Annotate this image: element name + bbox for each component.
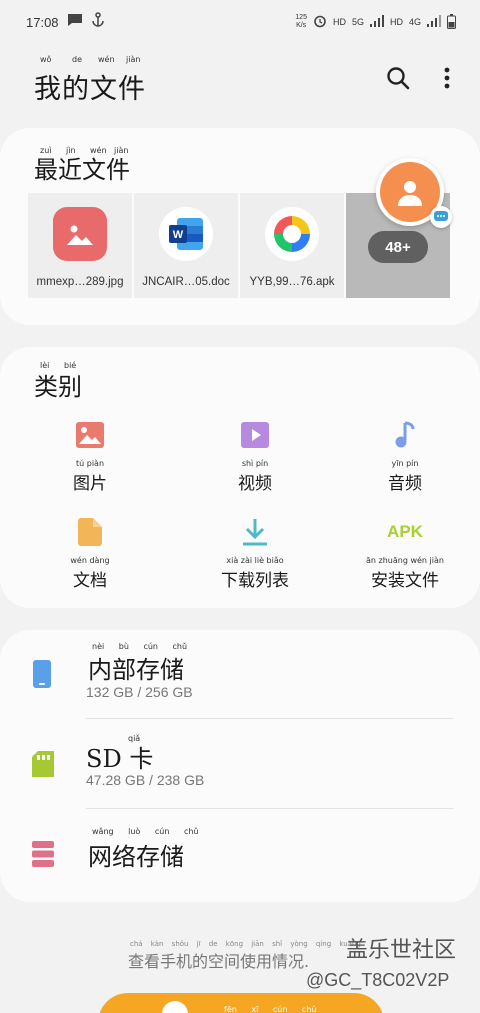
category-audio[interactable]: yīn pín 音频 [330, 419, 480, 494]
image-icon [74, 419, 106, 451]
button-pinyin: fēn xī cún chǔ [224, 1005, 317, 1013]
categories-card: lèi bié 类别 tú piàn 图片 shì pín 视频 yīn pín… [0, 347, 480, 608]
download-icon [239, 516, 271, 548]
app-bar: wǒ de wén jiàn 我的文件 [0, 50, 480, 110]
signal-icon [369, 15, 384, 29]
category-images[interactable]: tú piàn 图片 [0, 419, 180, 494]
recent-file-name: JNCAIR…05.doc [142, 276, 230, 288]
sd-card-icon [32, 751, 54, 781]
storage-usage: 47.28 GB / 238 GB [86, 772, 205, 788]
music-icon [389, 419, 421, 451]
image-icon [53, 207, 107, 261]
category-label: 安装文件 [371, 571, 439, 591]
apk-icon-text: APK [387, 522, 423, 541]
category-label: 下载列表 [221, 571, 289, 591]
category-installers[interactable]: APK ān zhuāng wén jiàn 安装文件 [330, 516, 480, 591]
chat-icon [430, 206, 452, 228]
recent-file-name: mmexp…289.jpg [36, 276, 124, 288]
network-label-2: 4G [408, 17, 421, 27]
category-label: 视频 [238, 474, 272, 494]
floating-avatar[interactable] [376, 158, 452, 228]
battery-icon [447, 13, 456, 31]
status-time: 17:08 [26, 14, 59, 30]
category-pinyin: wén dàng [70, 556, 110, 565]
server-icon [32, 841, 54, 871]
category-pinyin: shì pín [241, 459, 269, 468]
status-bar: 17:08 125 K/s HD 5G HD 4G [0, 0, 480, 44]
category-label: 音频 [388, 474, 422, 494]
storage-internal[interactable]: nèi bù cún chǔ 内部存储 132 GB / 256 GB [0, 630, 480, 718]
storage-card: nèi bù cún chǔ 内部存储 132 GB / 256 GB qiǎ … [0, 630, 480, 902]
hd-label-2: HD [389, 17, 403, 27]
title-pinyin-2: de [72, 54, 82, 64]
footer-text: 查看手机的空间使用情况. [128, 952, 310, 971]
analyze-storage-button[interactable]: fēn xī cún chǔ [98, 993, 384, 1013]
anchor-icon [91, 12, 105, 32]
apk-icon: APK [385, 516, 425, 548]
storage-title: SD 卡 [86, 745, 154, 773]
document-icon [74, 516, 106, 548]
hd-label-1: HD [332, 17, 346, 27]
appstore-icon [265, 207, 319, 261]
watermark-handle: @GC_T8C02V2P [306, 970, 450, 990]
network-label-1: 5G [351, 17, 364, 27]
more-count-badge: 48+ [368, 231, 428, 263]
page-title: 我的文件 [34, 73, 146, 105]
category-videos[interactable]: shì pín 视频 [180, 419, 330, 494]
storage-usage: 132 GB / 256 GB [86, 684, 193, 700]
title-pinyin-4: jiàn [126, 54, 141, 64]
message-icon [67, 13, 83, 31]
category-pinyin: tú piàn [75, 459, 105, 468]
more-options-icon[interactable] [444, 67, 450, 93]
title-pinyin-3: wén [98, 54, 115, 64]
alarm-icon [313, 14, 327, 30]
category-label: 文档 [73, 571, 107, 591]
recent-file-name: YYB,99…76.apk [249, 276, 335, 288]
storage-title: 内部存储 [88, 656, 184, 684]
category-pinyin: xià zài liè biǎo [226, 556, 284, 565]
recent-files-title: 最近文件 [34, 156, 130, 184]
recent-file-item[interactable]: YYB,99…76.apk [240, 193, 344, 298]
pie-chart-icon [162, 1001, 188, 1013]
title-pinyin-1: wǒ [40, 54, 52, 64]
category-downloads[interactable]: xià zài liè biǎo 下载列表 [180, 516, 330, 591]
recent-file-item[interactable]: mmexp…289.jpg [28, 193, 132, 298]
search-icon[interactable] [386, 66, 410, 94]
storage-network[interactable]: wǎng luò cún chǔ 网络存储 [0, 809, 480, 899]
signal-icon [427, 15, 441, 29]
watermark-brand: 盖乐世社区 [346, 938, 457, 963]
storage-sd-card[interactable]: qiǎ SD 卡 47.28 GB / 238 GB [0, 719, 480, 808]
recent-file-item[interactable]: W JNCAIR…05.doc [134, 193, 238, 298]
category-label: 图片 [73, 474, 107, 494]
storage-pinyin: wǎng luò cún chǔ [92, 827, 199, 836]
category-grid: tú piàn 图片 shì pín 视频 yīn pín 音频 wén dàn… [0, 419, 480, 591]
word-icon: W [159, 207, 213, 261]
category-pinyin: yīn pín [391, 459, 419, 468]
phone-icon [32, 660, 52, 692]
storage-title: 网络存储 [88, 843, 184, 871]
svg-text:W: W [173, 229, 184, 241]
category-documents[interactable]: wén dàng 文档 [0, 516, 180, 591]
net-speed: 125 K/s [295, 14, 307, 29]
footer-pinyin: chá kàn shǒu jī de kōng jiān shǐ yòng qí… [130, 940, 361, 948]
video-icon [239, 419, 271, 451]
category-pinyin: ān zhuāng wén jiàn [366, 556, 444, 565]
categories-title: 类别 [34, 373, 82, 401]
